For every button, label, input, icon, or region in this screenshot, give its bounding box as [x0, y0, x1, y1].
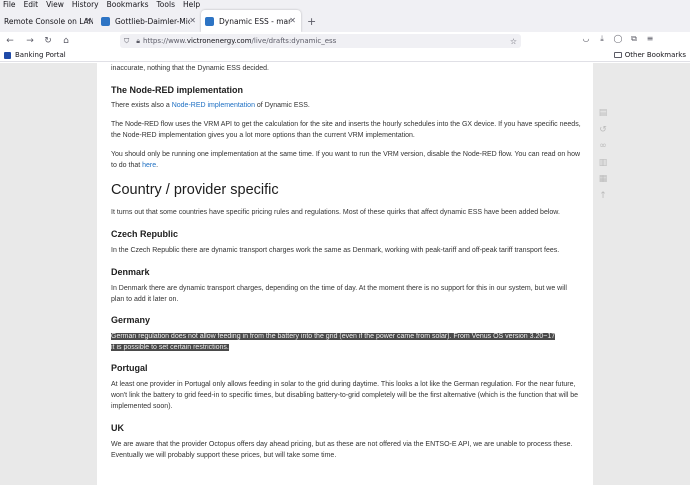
page-viewport: inaccurate, nothing that the Dynamic ESS…: [0, 63, 690, 485]
url-bar[interactable]: ⛉ 🔒︎ https://www. victronenergy.com/live/…: [120, 34, 521, 48]
menu-help[interactable]: Help: [183, 0, 200, 10]
history-icon[interactable]: ↺: [598, 122, 608, 139]
extensions-icon[interactable]: ⧉: [626, 34, 642, 44]
heading-czech-republic: Czech Republic: [111, 229, 179, 239]
menu-history[interactable]: History: [72, 0, 99, 10]
bank-favicon-icon: [4, 51, 11, 59]
close-icon[interactable]: ✕: [189, 16, 196, 25]
lock-icon[interactable]: 🔒︎: [136, 37, 140, 46]
article-column: inaccurate, nothing that the Dynamic ESS…: [97, 63, 593, 485]
victron-favicon-icon: [101, 16, 110, 26]
back-to-top-icon[interactable]: ↑: [598, 188, 608, 205]
selected-text: it is possible to set certain restrictio…: [111, 344, 229, 351]
uk-paragraph: We are aware that the provider Octopus o…: [111, 441, 573, 459]
nodered-paragraph-2: The Node-RED flow uses the VRM API to ge…: [111, 121, 581, 139]
url-path: /live/drafts:dynamic_ess: [251, 37, 337, 45]
other-bookmarks-label: Other Bookmarks: [624, 51, 686, 59]
pocket-icon[interactable]: ◡: [578, 34, 594, 44]
page-tools: ▤ ↺ ∞ ▥ ▦ ↑: [598, 105, 608, 204]
article-body: inaccurate, nothing that the Dynamic ESS…: [111, 63, 581, 461]
menu-view[interactable]: View: [46, 0, 64, 10]
downloads-icon[interactable]: ⤓: [594, 34, 610, 44]
other-bookmarks[interactable]: Other Bookmarks: [613, 51, 686, 59]
export-icon[interactable]: ▥: [598, 155, 608, 172]
nodered-paragraph-3: You should only be running one implement…: [111, 151, 581, 169]
folder-icon: [613, 52, 622, 58]
heading-uk: UK: [111, 423, 124, 433]
tab-title: Gottlieb-Daimler-Microgrid: [115, 16, 190, 26]
navigation-bar: ← → ↻ ⌂ ⛉ 🔒︎ https://www. victronenergy.c…: [0, 32, 690, 50]
menu-tools[interactable]: Tools: [157, 0, 175, 10]
heading-germany: Germany: [111, 315, 151, 325]
url-scheme: https://www.: [142, 37, 187, 45]
selected-text: German regulation does not allow feeding…: [111, 333, 556, 340]
reload-icon[interactable]: ↻: [41, 36, 55, 46]
link-icon[interactable]: ∞: [598, 138, 608, 155]
new-tab-icon[interactable]: +: [307, 15, 316, 28]
heading-denmark: Denmark: [111, 267, 150, 277]
heading-node-red: The Node-RED implementation: [111, 85, 244, 95]
shield-icon[interactable]: ⛉: [124, 37, 129, 46]
url-host: victronenergy.com: [186, 37, 252, 45]
bookmark-label: Banking Portal: [15, 51, 66, 59]
close-icon[interactable]: ✕: [289, 16, 296, 25]
bookmark-banking-portal[interactable]: Banking Portal: [4, 51, 66, 59]
menu-hamburger-icon[interactable]: ≡: [642, 34, 658, 44]
document-icon[interactable]: ▤: [598, 105, 608, 122]
intro-fragment: inaccurate, nothing that the Dynamic ESS…: [111, 65, 269, 72]
tab-dynamic-ess[interactable]: Dynamic ESS - manual [Victr ✕: [201, 10, 301, 32]
tab-title: Dynamic ESS - manual [Victr: [219, 16, 291, 26]
back-icon[interactable]: ←: [3, 36, 17, 46]
menu-file[interactable]: File: [3, 0, 16, 10]
tab-microgrid[interactable]: Gottlieb-Daimler-Microgrid ✕: [97, 10, 201, 32]
victron-favicon-icon: [205, 16, 214, 26]
tab-title: Remote Console on LAN: [4, 16, 93, 26]
home-icon[interactable]: ⌂: [59, 36, 73, 46]
bookmark-star-icon[interactable]: ☆: [510, 37, 517, 46]
czech-paragraph: In the Czech Republic there are dynamic …: [111, 247, 560, 254]
toolbar-right: ◡ ⤓ ◯ ⧉ ≡: [578, 34, 658, 44]
close-icon[interactable]: ✕: [85, 16, 92, 25]
germany-paragraph: German regulation does not allow feeding…: [111, 331, 581, 353]
forward-icon[interactable]: →: [23, 36, 37, 46]
menu-bar: File Edit View History Bookmarks Tools H…: [0, 0, 690, 10]
nodered-paragraph-1: There exists also a Node-RED implementat…: [111, 102, 310, 109]
account-icon[interactable]: ◯: [610, 34, 626, 44]
tab-remote-console[interactable]: Remote Console on LAN ✕: [0, 10, 97, 32]
denmark-paragraph: In Denmark there are dynamic transport c…: [111, 285, 567, 303]
heading-portugal: Portugal: [111, 363, 148, 373]
node-red-implementation-link[interactable]: Node-RED implementation: [172, 102, 255, 109]
portugal-paragraph: At least one provider in Portugal only a…: [111, 381, 579, 410]
bookmarks-bar: Banking Portal Other Bookmarks: [0, 50, 690, 62]
menu-bookmarks[interactable]: Bookmarks: [107, 0, 149, 10]
country-paragraph: It turns out that some countries have sp…: [111, 209, 560, 216]
here-link[interactable]: here: [142, 162, 156, 169]
pdf-icon[interactable]: ▦: [598, 171, 608, 188]
heading-country-provider: Country / provider specific: [111, 182, 279, 198]
tab-bar: Remote Console on LAN ✕ Gottlieb-Daimler…: [0, 10, 690, 32]
menu-edit[interactable]: Edit: [24, 0, 39, 10]
